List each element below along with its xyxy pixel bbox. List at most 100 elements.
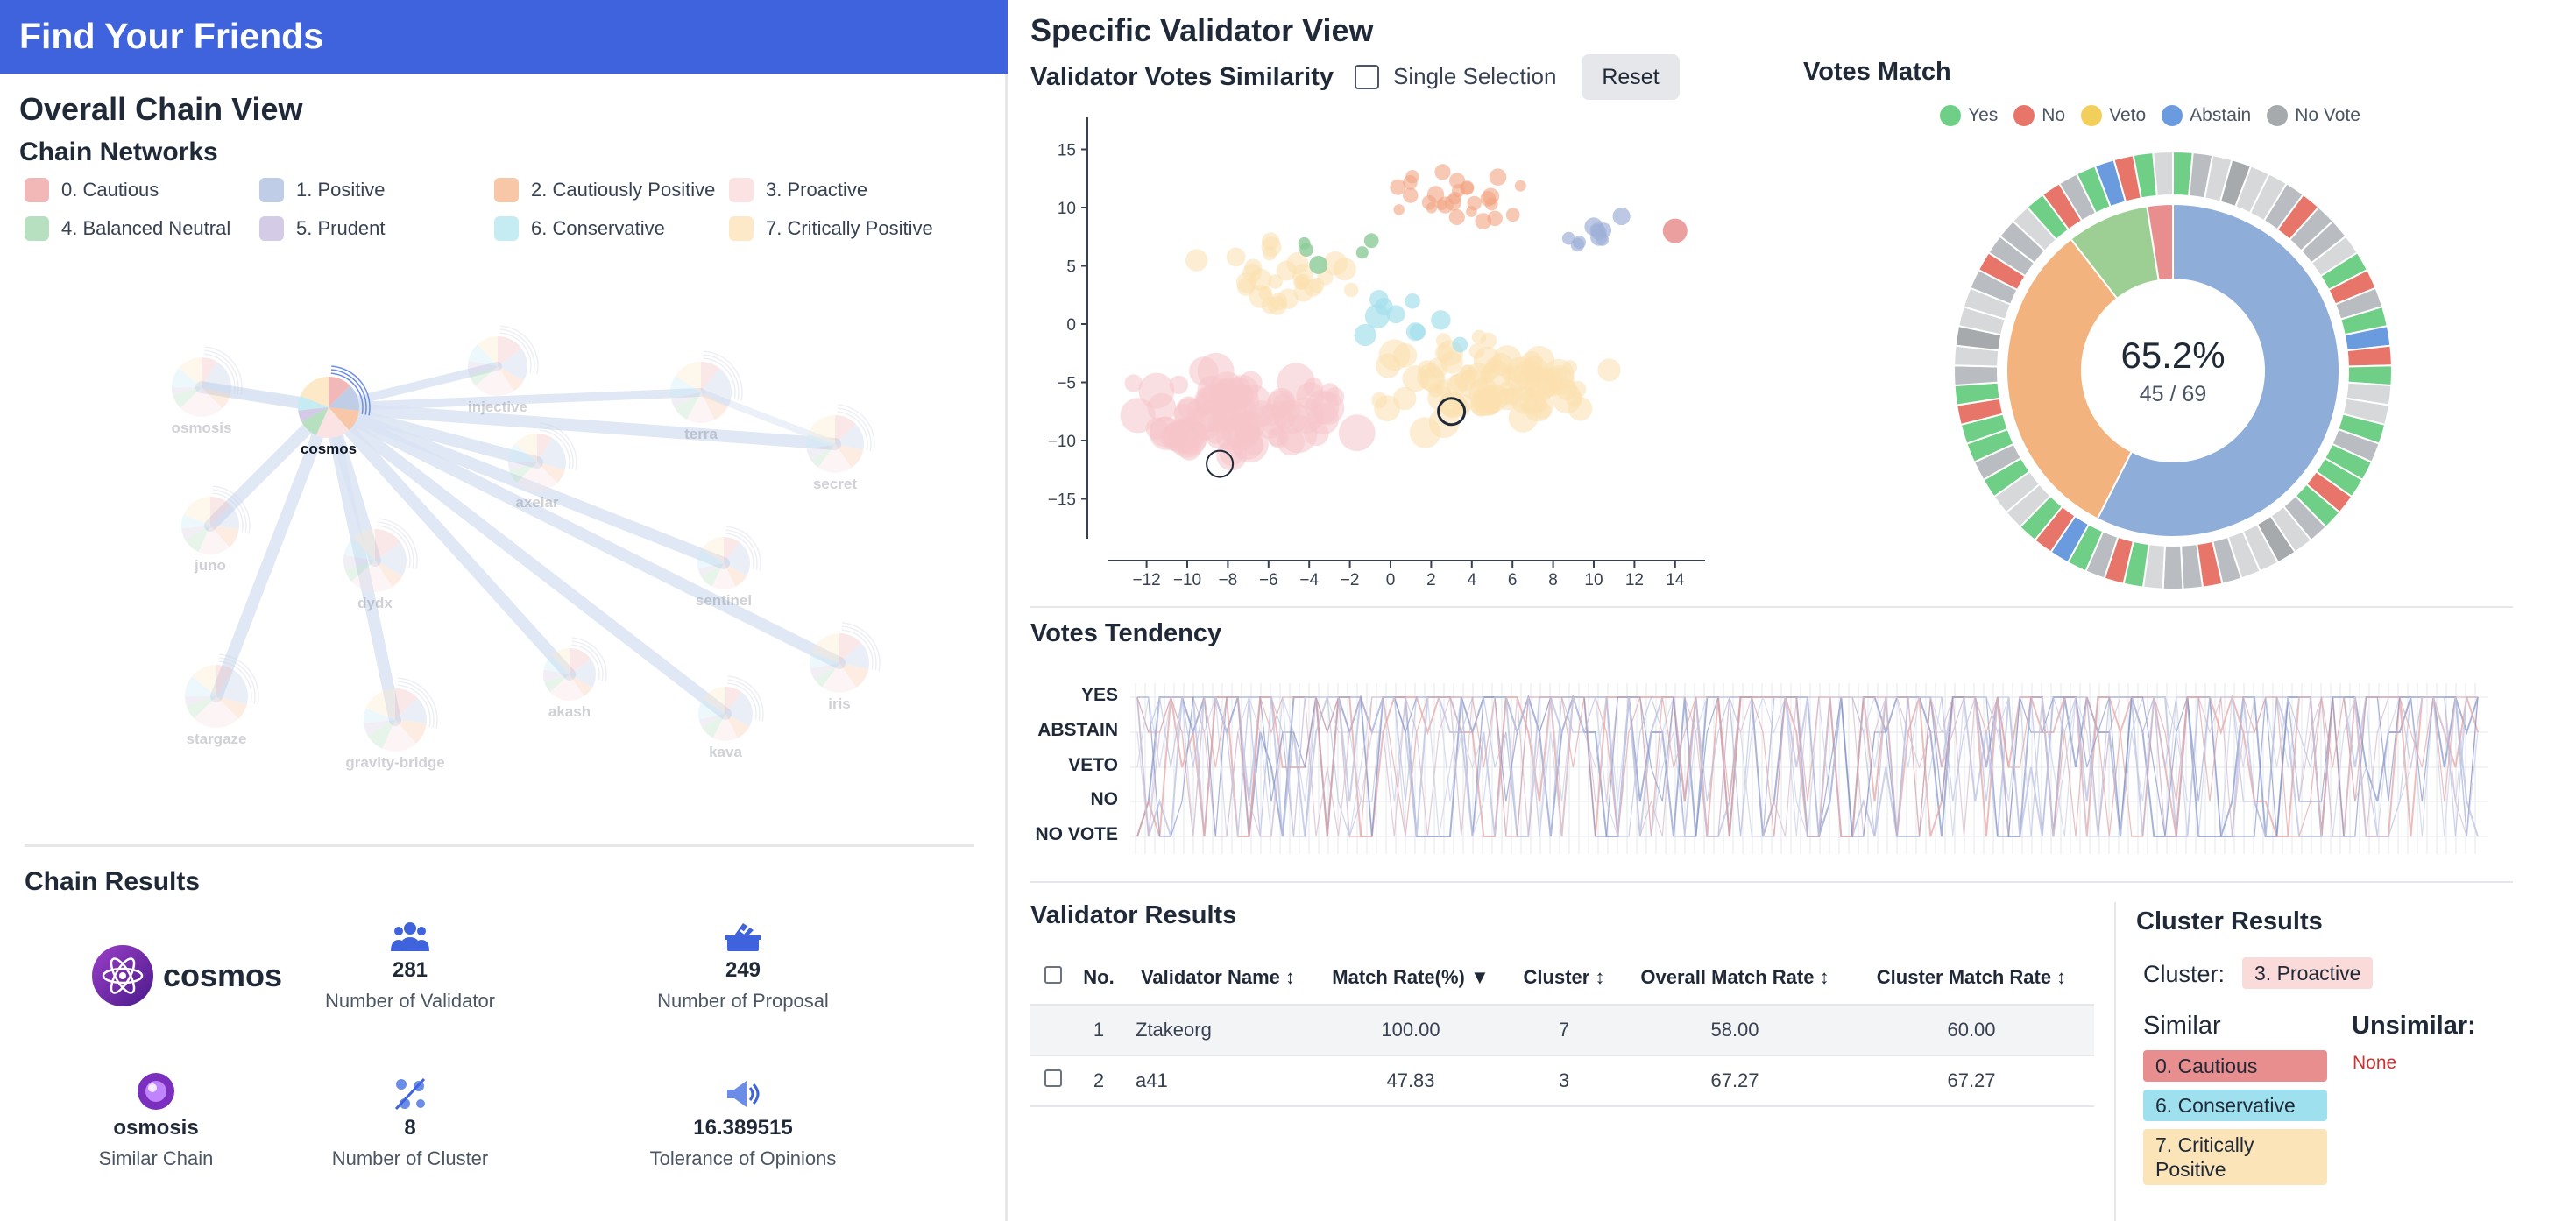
scatter-point[interactable] <box>1514 180 1526 192</box>
single-selection-toggle[interactable]: Single Selection <box>1355 63 1556 90</box>
scatter-point[interactable] <box>1445 194 1461 211</box>
network-node-juno[interactable]: juno <box>181 485 251 574</box>
table-row[interactable]: 2 a41 47.83 3 67.27 67.27 <box>1030 1055 2094 1107</box>
scatter-point[interactable] <box>1343 282 1359 298</box>
scatter-point[interactable] <box>1226 247 1246 267</box>
network-node-secret[interactable]: secret <box>806 404 875 492</box>
network-node-gravity-bridge[interactable]: gravity-bridge <box>345 677 445 771</box>
scatter-point[interactable] <box>1311 392 1345 425</box>
col-overall-match-rate[interactable]: Overall Match Rate ↕ <box>1621 950 1849 1006</box>
single-selection-checkbox[interactable] <box>1355 64 1379 89</box>
legend-item-critically-positive[interactable]: 7. Critically Positive <box>729 214 933 243</box>
col-cluster-match-rate[interactable]: Cluster Match Rate ↕ <box>1849 950 2094 1006</box>
scatter-point[interactable] <box>1197 376 1227 405</box>
scatter-point[interactable] <box>1431 310 1451 330</box>
scatter-point[interactable] <box>1418 360 1437 379</box>
scatter-point[interactable] <box>1505 208 1520 222</box>
scatter-point[interactable] <box>1409 417 1441 448</box>
scatter-point[interactable] <box>1333 258 1356 281</box>
scatter-point[interactable] <box>1533 401 1552 420</box>
scatter-point[interactable] <box>1258 286 1273 300</box>
scatter-point[interactable] <box>1393 204 1405 215</box>
scatter-point[interactable] <box>1568 396 1593 421</box>
scatter-point[interactable] <box>1124 374 1143 392</box>
network-node-stargaze[interactable]: stargaze <box>185 653 259 747</box>
scatter-point[interactable] <box>1480 332 1497 349</box>
legend-item-prudent[interactable]: 5. Prudent <box>259 214 386 243</box>
scatter-point[interactable] <box>1426 202 1438 214</box>
scatter-point[interactable] <box>1338 414 1376 452</box>
scatter-point[interactable] <box>1452 336 1468 353</box>
scatter-point[interactable] <box>1434 343 1454 363</box>
legend-item-balanced-neutral[interactable]: 4. Balanced Neutral <box>25 214 230 243</box>
scatter-point[interactable] <box>1466 206 1477 217</box>
scatter-point[interactable] <box>1378 339 1411 371</box>
scatter-point[interactable] <box>1371 392 1388 408</box>
legend-item-proactive[interactable]: 3. Proactive <box>729 175 867 205</box>
scatter-point[interactable] <box>1482 385 1497 400</box>
votes-match-donut[interactable]: 65.2% 45 / 69 <box>1950 147 2396 594</box>
row-select-cell[interactable] <box>1030 1055 1076 1107</box>
row-checkbox[interactable] <box>1044 1069 1062 1087</box>
scatter-point[interactable] <box>1237 278 1256 296</box>
scatter-point[interactable] <box>1597 358 1621 382</box>
scatter-point[interactable] <box>1446 374 1468 396</box>
col-match-rate[interactable]: Match Rate(%) ▼ <box>1314 950 1507 1006</box>
scatter-point[interactable] <box>1524 345 1555 377</box>
select-all-cell[interactable] <box>1030 950 1076 1006</box>
scatter-point[interactable] <box>1392 386 1417 411</box>
legend-item-cautiously-positive[interactable]: 2. Cautiously Positive <box>494 175 715 205</box>
scatter-point[interactable] <box>1363 233 1379 249</box>
select-all-checkbox[interactable] <box>1044 965 1062 984</box>
scatter-point[interactable] <box>1480 191 1497 207</box>
scatter-point[interactable] <box>1233 410 1265 442</box>
scatter-point[interactable] <box>1299 243 1313 257</box>
network-node-kava[interactable]: kava <box>697 675 764 760</box>
scatter-point[interactable] <box>1487 210 1503 227</box>
outer-segment[interactable] <box>2152 150 2174 197</box>
scatter-point[interactable] <box>1561 231 1575 245</box>
network-node-injective[interactable]: injective <box>468 325 539 415</box>
scatter-point[interactable] <box>1405 322 1426 342</box>
scatter-point[interactable] <box>1268 428 1289 448</box>
scatter-point[interactable] <box>1405 293 1420 309</box>
scatter-point[interactable] <box>1589 222 1605 238</box>
scatter-point[interactable] <box>1448 208 1465 226</box>
table-row[interactable]: 1 Ztakeorg 100.00 7 58.00 60.00 <box>1030 1005 2094 1056</box>
scatter-point[interactable] <box>1138 372 1175 409</box>
scatter-point[interactable] <box>1294 275 1309 291</box>
legend-item-cautious[interactable]: 0. Cautious <box>25 175 159 205</box>
network-node-iris[interactable]: iris <box>810 622 881 712</box>
outer-segment[interactable] <box>1953 364 1999 387</box>
outer-segment[interactable] <box>2162 544 2184 591</box>
reset-button[interactable]: Reset <box>1582 54 1680 100</box>
scatter-point[interactable] <box>1508 403 1538 433</box>
scatter-point[interactable] <box>1386 305 1405 324</box>
chain-network-graph[interactable]: osmosis cosmos injective terra secret axelar j… <box>0 263 1008 788</box>
scatter-point[interactable] <box>1436 199 1447 211</box>
legend-item-positive[interactable]: 1. Positive <box>259 175 386 205</box>
scatter-point[interactable] <box>1263 246 1277 261</box>
scatter-point[interactable] <box>1662 218 1688 243</box>
scatter-point[interactable] <box>1277 363 1315 401</box>
legend-item-conservative[interactable]: 6. Conservative <box>494 214 665 243</box>
col-validator-name[interactable]: Validator Name ↕ <box>1122 950 1314 1006</box>
votes-tendency-chart[interactable] <box>1130 666 2497 863</box>
scatter-point[interactable] <box>1355 246 1369 259</box>
scatter-point[interactable] <box>1555 378 1578 401</box>
scatter-point[interactable] <box>1434 164 1451 180</box>
network-node-sentinel[interactable]: sentinel <box>696 526 761 609</box>
scatter-point[interactable] <box>1170 417 1208 455</box>
validator-similarity-scatter[interactable]: 15 10 5 0 −5 −10 −15 −12 −10 −8 −6 −4 −2 0 2 4 6 8 10 12 14 <box>1030 105 1714 596</box>
scatter-point[interactable] <box>1145 417 1168 440</box>
col-cluster[interactable]: Cluster ↕ <box>1507 950 1621 1006</box>
scatter-point[interactable] <box>1277 288 1299 309</box>
scatter-point[interactable] <box>1484 399 1499 414</box>
scatter-point[interactable] <box>1169 375 1189 395</box>
scatter-point[interactable] <box>1403 187 1419 203</box>
scatter-point[interactable] <box>1489 168 1507 186</box>
scatter-point[interactable] <box>1309 255 1328 274</box>
scatter-point[interactable] <box>1612 207 1631 226</box>
scatter-point[interactable] <box>1405 170 1419 184</box>
scatter-point[interactable] <box>1185 249 1208 272</box>
